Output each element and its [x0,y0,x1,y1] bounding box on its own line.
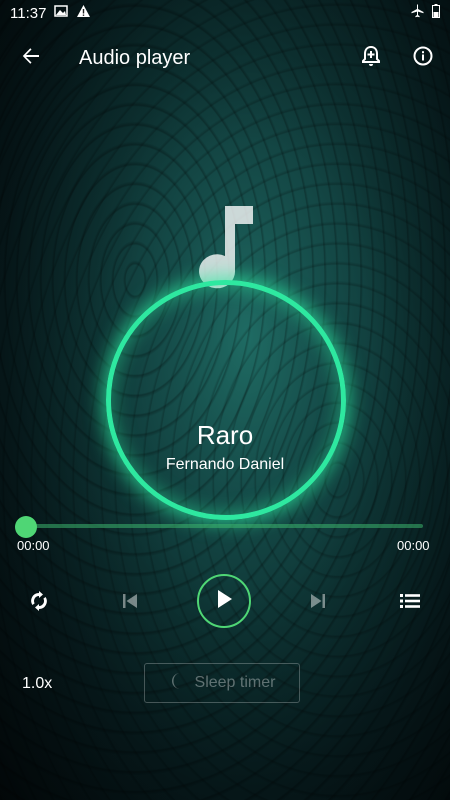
total-time: 00:00 [397,538,430,553]
next-button[interactable] [294,579,342,627]
playback-controls [0,574,450,632]
skip-previous-icon [122,593,138,614]
back-button[interactable] [7,34,55,82]
app-bar: Audio player [0,30,450,86]
album-art-area [0,190,450,530]
battery-icon [432,4,440,22]
back-arrow-icon [22,47,40,70]
sleep-timer-label: Sleep timer [194,674,276,691]
moon-icon [169,672,187,695]
info-icon [413,46,433,71]
sleep-timer-button[interactable]: Sleep timer [144,663,300,703]
alarm-add-button[interactable] [347,34,395,82]
previous-button[interactable] [106,579,154,627]
status-left: 11:37 [10,4,91,22]
track-title: Raro [196,420,254,450]
image-icon [54,4,69,22]
playlist-button[interactable] [386,579,434,627]
page-title: Audio player [79,46,191,69]
play-button[interactable] [197,574,251,628]
playback-speed-button[interactable]: 1.0x [22,675,52,693]
alarm-add-icon [361,45,381,72]
seek-bar[interactable] [26,524,423,528]
info-button[interactable] [399,34,447,82]
status-bar: 11:37 [0,0,450,26]
playlist-icon [400,593,420,614]
seek-handle[interactable] [15,516,37,538]
track-artist: Fernando Daniel [165,456,285,473]
airplane-icon [410,4,424,22]
current-time: 00:00 [17,538,50,553]
repeat-button[interactable] [15,579,63,627]
skip-next-icon [310,593,326,614]
warning-icon [76,4,91,22]
repeat-icon [29,590,49,616]
glow-ring [106,280,346,520]
play-icon [215,589,233,614]
status-time: 11:37 [10,4,47,22]
status-right [410,4,440,22]
